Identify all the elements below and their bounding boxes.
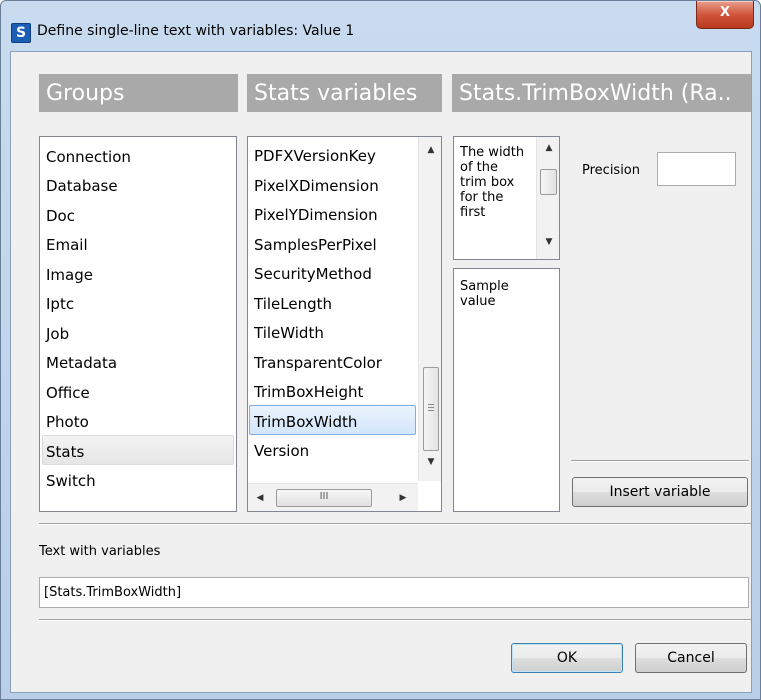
app-logo-icon: S (11, 23, 31, 43)
groups-list[interactable]: Connection Database Doc Email Image Iptc… (39, 136, 237, 512)
title-bar[interactable]: S Define single-line text with variables… (1, 1, 760, 51)
variable-item-tilewidth[interactable]: TileWidth (254, 324, 324, 342)
variable-description-box: The width of the trim box for the first … (453, 136, 560, 260)
groups-header: Groups (39, 74, 238, 112)
scroll-left-arrow-icon[interactable]: ◀ (252, 493, 268, 503)
scroll-up-arrow-icon[interactable]: ▲ (423, 145, 439, 155)
variable-item-trimboxwidth[interactable]: TrimBoxWidth (254, 413, 357, 431)
horizontal-scrollbar-thumb[interactable]: III (276, 489, 372, 507)
text-with-variables-input[interactable]: [Stats.TrimBoxWidth] (39, 577, 749, 608)
cancel-button[interactable]: Cancel (635, 643, 747, 673)
variable-item-pixelydimension[interactable]: PixelYDimension (254, 206, 378, 224)
variable-item-transparentcolor[interactable]: TransparentColor (254, 354, 382, 372)
scroll-down-arrow-icon[interactable]: ▼ (423, 457, 439, 467)
panels-separator (39, 523, 751, 525)
group-item-iptc[interactable]: Iptc (46, 295, 74, 313)
scroll-right-arrow-icon[interactable]: ▶ (395, 493, 411, 503)
sample-value-box: Sample value (453, 268, 560, 512)
variable-item-trimboxheight[interactable]: TrimBoxHeight (254, 383, 363, 401)
variables-list[interactable]: PDFXVersionKey PixelXDimension PixelYDim… (247, 136, 442, 512)
variable-item-pixelxdimension[interactable]: PixelXDimension (254, 177, 379, 195)
group-item-connection[interactable]: Connection (46, 148, 131, 166)
description-scrollbar[interactable]: ▲ ▼ (536, 137, 559, 259)
group-item-switch[interactable]: Switch (46, 472, 96, 490)
variables-horizontal-scrollbar[interactable]: ◀ III ▶ (248, 483, 418, 511)
insert-variable-button[interactable]: Insert variable (572, 477, 748, 507)
variable-item-samplesperpixel[interactable]: SamplesPerPixel (254, 236, 377, 254)
group-item-office[interactable]: Office (46, 384, 90, 402)
group-item-metadata[interactable]: Metadata (46, 354, 117, 372)
precision-input[interactable] (657, 152, 736, 186)
insert-separator (571, 460, 749, 462)
buttons-separator (39, 619, 751, 621)
variable-item-tilelength[interactable]: TileLength (254, 295, 332, 313)
sample-value: Sample value (460, 279, 509, 309)
group-item-stats[interactable]: Stats (46, 443, 84, 461)
variable-detail-header: Stats.TrimBoxWidth (Ra.. (452, 74, 751, 112)
window-title: Define single-line text with variables: … (37, 23, 355, 39)
desc-scrollbar-thumb[interactable] (540, 169, 557, 195)
group-item-email[interactable]: Email (46, 236, 88, 254)
desc-scroll-down-arrow-icon[interactable]: ▼ (541, 237, 557, 247)
group-item-database[interactable]: Database (46, 177, 118, 195)
group-item-job[interactable]: Job (46, 325, 69, 343)
variable-item-version[interactable]: Version (254, 442, 309, 460)
group-item-image[interactable]: Image (46, 266, 93, 284)
group-item-photo[interactable]: Photo (46, 413, 89, 431)
variables-header: Stats variables (247, 74, 442, 112)
dialog-window: S Define single-line text with variables… (0, 0, 761, 700)
variable-item-pdfxversionkey[interactable]: PDFXVersionKey (254, 147, 376, 165)
group-item-doc[interactable]: Doc (46, 207, 75, 225)
variables-vertical-scrollbar[interactable]: ▲ ▼ (418, 137, 441, 481)
scrollbar-grip: III (319, 491, 329, 502)
text-with-variables-label: Text with variables (39, 544, 161, 559)
variable-item-securitymethod[interactable]: SecurityMethod (254, 265, 372, 283)
scrollbar-thumb[interactable] (423, 367, 439, 451)
dialog-body: Groups Stats variables Stats.TrimBoxWidt… (10, 51, 752, 693)
variable-description: The width of the trim box for the first (460, 145, 525, 220)
desc-scroll-up-arrow-icon[interactable]: ▲ (541, 143, 557, 153)
text-with-variables-value: [Stats.TrimBoxWidth] (44, 585, 182, 600)
close-button[interactable]: X (696, 1, 754, 29)
ok-button[interactable]: OK (511, 643, 623, 673)
precision-label: Precision (582, 163, 641, 178)
